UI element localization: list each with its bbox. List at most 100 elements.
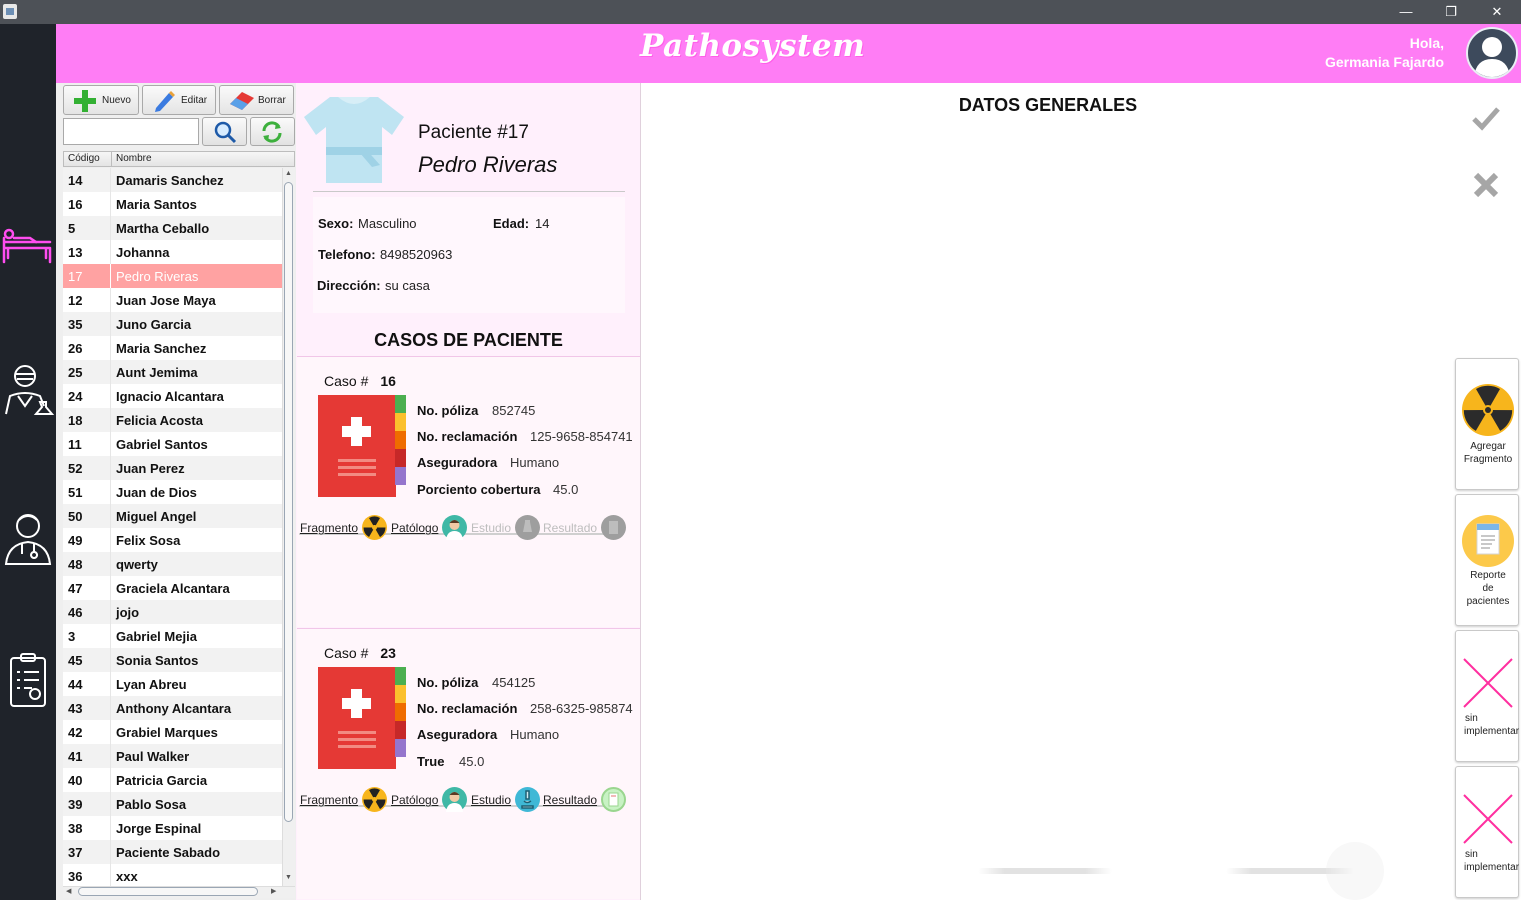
case-card[interactable]: Caso # 16 No. póliza 852745 No. reclamaci… bbox=[297, 356, 640, 627]
cobertura-label: True bbox=[417, 754, 445, 769]
medical-folder-icon bbox=[318, 395, 406, 497]
column-code-header[interactable]: Código bbox=[68, 153, 100, 164]
table-row[interactable]: 48 qwerty bbox=[63, 552, 282, 576]
edad-label: Edad: bbox=[493, 216, 530, 231]
table-row[interactable]: 43 Anthony Alcantara bbox=[63, 696, 282, 720]
table-row[interactable]: 13 Johanna bbox=[63, 240, 282, 264]
table-row[interactable]: 47 Graciela Alcantara bbox=[63, 576, 282, 600]
patient-report-label: Reporte de pacientes bbox=[1466, 570, 1510, 607]
column-divider bbox=[110, 456, 111, 480]
row-code: 45 bbox=[68, 653, 83, 668]
row-name: Paciente Sabado bbox=[116, 845, 221, 860]
patient-report-button[interactable]: Reporte de pacientes bbox=[1455, 494, 1519, 626]
table-row[interactable]: 36 xxx bbox=[63, 864, 282, 886]
column-name-header[interactable]: Nombre bbox=[116, 153, 152, 164]
table-row[interactable]: 18 Felicia Acosta bbox=[63, 408, 282, 432]
case-card[interactable]: Caso # 23 No. póliza 454125 No. reclamaci… bbox=[297, 628, 640, 899]
table-row[interactable]: 17 Pedro Riveras bbox=[63, 264, 282, 288]
refresh-button[interactable] bbox=[250, 117, 295, 146]
microscope-icon bbox=[515, 787, 540, 812]
close-icon[interactable] bbox=[1472, 171, 1500, 199]
table-row[interactable]: 26 Maria Sanchez bbox=[63, 336, 282, 360]
check-icon[interactable] bbox=[1471, 105, 1501, 131]
column-divider bbox=[110, 480, 111, 504]
column-divider bbox=[110, 792, 111, 816]
row-code: 26 bbox=[68, 341, 83, 356]
table-row[interactable]: 24 Ignacio Alcantara bbox=[63, 384, 282, 408]
column-divider bbox=[110, 672, 111, 696]
row-name: Pedro Riveras bbox=[116, 269, 199, 284]
aseguradora-value: Humano bbox=[510, 727, 560, 742]
patient-bed-icon[interactable] bbox=[0, 218, 56, 282]
pink-x-icon bbox=[1463, 658, 1513, 708]
table-row[interactable]: 16 Maria Santos bbox=[63, 192, 282, 216]
table-row[interactable]: 37 Paciente Sabado bbox=[63, 840, 282, 864]
patient-title: Paciente #17 bbox=[418, 122, 529, 143]
unimplemented-button-1[interactable]: sin implementar bbox=[1455, 630, 1519, 762]
cases-section-title: CASOS DE PACIENTE bbox=[374, 330, 563, 350]
search-button[interactable] bbox=[202, 117, 247, 146]
patient-name: Pedro Riveras bbox=[418, 152, 558, 177]
study-icon bbox=[515, 515, 540, 540]
row-code: 13 bbox=[68, 245, 83, 260]
row-code: 25 bbox=[68, 365, 83, 380]
table-row[interactable]: 52 Juan Perez bbox=[63, 456, 282, 480]
table-row[interactable]: 45 Sonia Santos bbox=[63, 648, 282, 672]
row-code: 38 bbox=[68, 821, 83, 836]
table-row[interactable]: 35 Juno Garcia bbox=[63, 312, 282, 336]
table-row[interactable]: 3 Gabriel Mejia bbox=[63, 624, 282, 648]
column-divider bbox=[110, 384, 111, 408]
table-row[interactable]: 40 Patricia Garcia bbox=[63, 768, 282, 792]
unimplemented-label-2: sin implementar bbox=[1464, 849, 1520, 873]
row-name: Anthony Alcantara bbox=[116, 701, 232, 716]
pencil-icon bbox=[155, 91, 175, 112]
table-row[interactable]: 50 Miguel Angel bbox=[63, 504, 282, 528]
unimplemented-label-1: sin implementar bbox=[1464, 713, 1520, 737]
table-row[interactable]: 44 Lyan Abreu bbox=[63, 672, 282, 696]
table-row[interactable]: 12 Juan Jose Maya bbox=[63, 288, 282, 312]
aseguradora-label: Aseguradora bbox=[417, 727, 498, 742]
column-divider bbox=[110, 648, 111, 672]
column-divider bbox=[110, 528, 111, 552]
table-row[interactable]: 41 Paul Walker bbox=[63, 744, 282, 768]
vertical-scroll-thumb[interactable] bbox=[284, 182, 293, 822]
telefono-label: Telefono: bbox=[318, 247, 376, 262]
unimplemented-button-2[interactable]: sin implementar bbox=[1455, 766, 1519, 898]
radiation-icon bbox=[362, 515, 387, 540]
row-code: 37 bbox=[68, 845, 83, 860]
case-label: Caso # bbox=[324, 645, 369, 661]
column-divider bbox=[110, 864, 111, 886]
divider bbox=[313, 191, 625, 192]
column-divider bbox=[110, 624, 111, 648]
row-name: Lyan Abreu bbox=[116, 677, 187, 692]
table-row[interactable]: 39 Pablo Sosa bbox=[63, 792, 282, 816]
restore-button[interactable]: ❐ bbox=[1428, 0, 1474, 24]
table-row[interactable]: 49 Felix Sosa bbox=[63, 528, 282, 552]
table-row[interactable]: 5 Martha Ceballo bbox=[63, 216, 282, 240]
report-icon bbox=[1462, 515, 1514, 567]
clipboard-report-icon[interactable] bbox=[0, 650, 56, 714]
table-row[interactable]: 25 Aunt Jemima bbox=[63, 360, 282, 384]
table-row[interactable]: 42 Grabiel Marques bbox=[63, 720, 282, 744]
pathologist-icon bbox=[442, 515, 467, 540]
new-button[interactable]: Nuevo bbox=[63, 85, 139, 115]
table-row[interactable]: 51 Juan de Dios bbox=[63, 480, 282, 504]
delete-button[interactable]: Borrar bbox=[219, 85, 294, 115]
lab-technician-icon[interactable] bbox=[0, 362, 56, 426]
add-fragment-button[interactable]: Agregar Fragmento bbox=[1455, 358, 1519, 490]
avatar[interactable] bbox=[1466, 27, 1518, 79]
close-window-button[interactable]: ✕ bbox=[1474, 0, 1520, 24]
doctor-icon[interactable] bbox=[0, 508, 56, 572]
row-code: 5 bbox=[68, 221, 76, 236]
horizontal-scroll-thumb[interactable] bbox=[78, 887, 258, 896]
edit-button[interactable]: Editar bbox=[142, 85, 216, 115]
row-name: Juan Jose Maya bbox=[116, 293, 216, 308]
table-row[interactable]: 46 jojo bbox=[63, 600, 282, 624]
row-name: Jorge Espinal bbox=[116, 821, 202, 836]
step-estudio: Estudio bbox=[471, 793, 512, 807]
table-row[interactable]: 14 Damaris Sanchez bbox=[63, 168, 282, 192]
minimize-button[interactable]: — bbox=[1383, 0, 1429, 24]
search-input[interactable] bbox=[63, 118, 199, 145]
table-row[interactable]: 11 Gabriel Santos bbox=[63, 432, 282, 456]
table-row[interactable]: 38 Jorge Espinal bbox=[63, 816, 282, 840]
